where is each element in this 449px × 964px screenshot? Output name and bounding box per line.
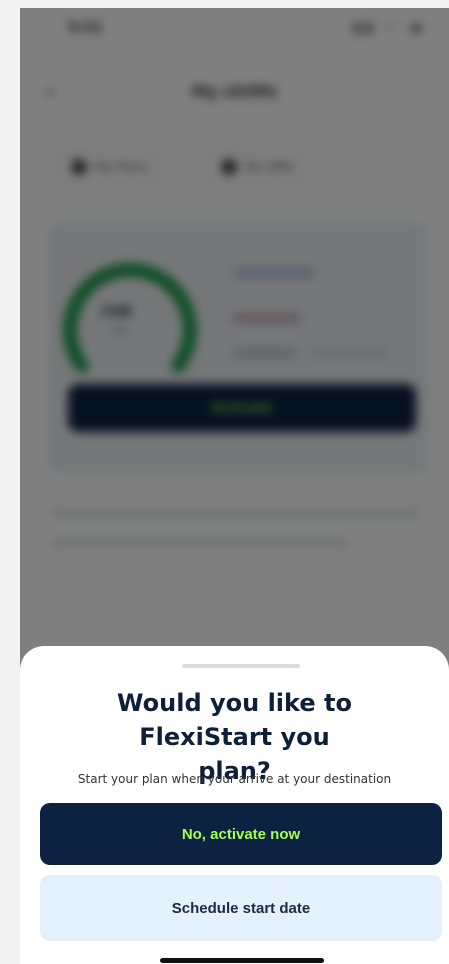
activate-now-button[interactable]: No, activate now <box>40 803 442 865</box>
schedule-start-date-button[interactable]: Schedule start date <box>40 875 442 941</box>
home-indicator <box>160 958 324 963</box>
sheet-subtitle: Start your plan when your arrive at your… <box>77 772 392 786</box>
phone-screen: 9:41 ▮▮ ◠ ▬ ‹ My eSIMs My Plans My SIMs … <box>20 8 449 964</box>
flexistart-bottom-sheet: Would you like to FlexiStart you plan? S… <box>20 646 449 964</box>
sheet-grabber[interactable] <box>182 664 300 668</box>
